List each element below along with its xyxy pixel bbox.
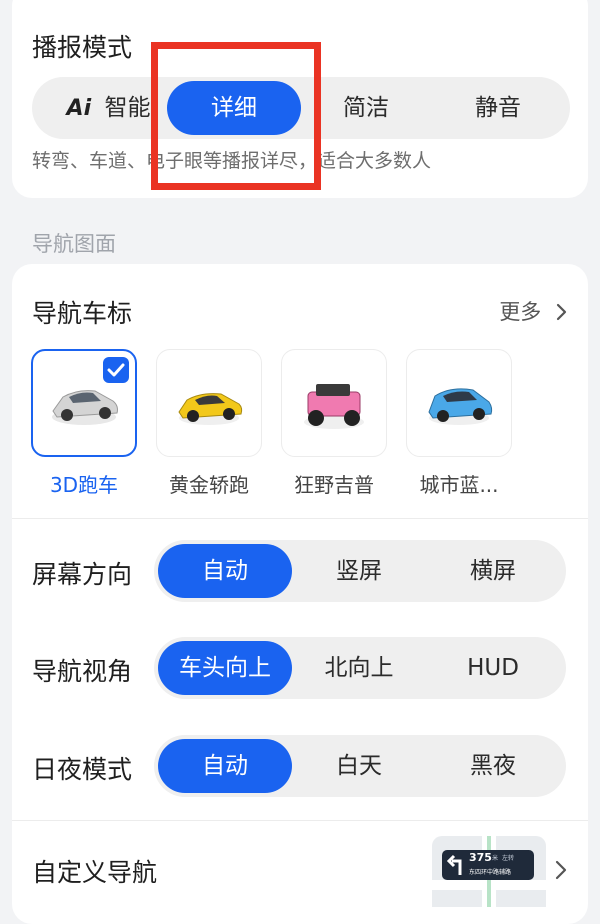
day-night-option-auto[interactable]: 自动 [158, 739, 292, 793]
preview-unit: 米 [492, 855, 499, 862]
car-icon-more-link[interactable]: 更多 [499, 296, 568, 326]
screen-orientation-segmented: 自动 竖屏 横屏 [154, 540, 566, 602]
orientation-option-portrait[interactable]: 竖屏 [292, 540, 426, 602]
car-tile-city-blue[interactable] [406, 349, 512, 457]
preview-road: 东四环中路辅路 [469, 869, 512, 876]
nav-view-option-hud-label: HUD [467, 655, 519, 681]
orientation-option-auto[interactable]: 自动 [158, 544, 292, 598]
broadcast-option-concise[interactable]: 简洁 [302, 77, 430, 139]
orientation-option-landscape-label: 横屏 [470, 558, 516, 584]
screen-orientation-title: 屏幕方向 [32, 560, 133, 589]
nav-instruction-panel: 375 米 左转 东四环中路辅路 [442, 850, 534, 880]
broadcast-title: 播报模式 [32, 33, 133, 62]
car-name-city-blue: 城市蓝... [419, 473, 499, 497]
day-night-option-day-label: 白天 [336, 753, 382, 779]
turn-left-arrow-icon [446, 854, 462, 875]
custom-nav-title: 自定义导航 [32, 858, 158, 887]
city-blue-car-icon [428, 388, 493, 425]
nav-view-option-north-up-label: 北向上 [324, 655, 394, 681]
nav-view-option-hud[interactable]: HUD [426, 637, 560, 699]
divider [12, 820, 588, 821]
broadcast-option-mute[interactable]: 静音 [434, 77, 562, 139]
car-tile-3d-sports[interactable] [31, 349, 137, 457]
orientation-option-portrait-label: 竖屏 [336, 558, 382, 584]
ai-logo-icon: Ai [66, 96, 92, 121]
preview-direction: 左转 [502, 855, 515, 862]
car-icon-title: 导航车标 [32, 299, 133, 328]
car-name-3d-sports: 3D跑车 [49, 473, 119, 497]
nav-view-option-heading-up[interactable]: 车头向上 [158, 641, 292, 695]
broadcast-option-mute-label: 静音 [475, 95, 521, 121]
car-name-golden-coupe: 黄金轿跑 [169, 473, 249, 497]
broadcast-option-smart-label: 智能 [104, 95, 151, 121]
divider [12, 518, 588, 519]
orientation-option-landscape[interactable]: 横屏 [426, 540, 560, 602]
golden-coupe-icon [178, 393, 243, 425]
more-label: 更多 [499, 300, 542, 324]
chevron-right-icon[interactable] [554, 860, 568, 880]
day-night-title: 日夜模式 [32, 755, 133, 784]
nav-view-segmented: 车头向上 北向上 HUD [154, 637, 566, 699]
car-tile-wild-jeep[interactable] [281, 349, 387, 457]
day-night-option-auto-label: 自动 [202, 753, 248, 779]
selected-check-icon [103, 357, 129, 383]
highlight-box [151, 42, 321, 190]
orientation-option-auto-label: 自动 [202, 558, 248, 584]
car-tile-golden-coupe[interactable] [156, 349, 262, 457]
broadcast-option-concise-label: 简洁 [343, 95, 389, 121]
day-night-option-day[interactable]: 白天 [292, 735, 426, 797]
nav-view-title: 导航视角 [32, 657, 133, 686]
nav-view-option-heading-up-label: 车头向上 [179, 655, 271, 681]
preview-distance: 375 [469, 851, 492, 864]
nav-view-option-north-up[interactable]: 北向上 [292, 637, 426, 699]
custom-nav-preview[interactable]: 375 米 左转 东四环中路辅路 [432, 836, 546, 907]
day-night-segmented: 自动 白天 黑夜 [154, 735, 566, 797]
car-name-wild-jeep: 狂野吉普 [294, 473, 374, 497]
chevron-right-icon [556, 303, 567, 321]
nav-screen-group-label: 导航图面 [32, 232, 116, 256]
day-night-option-night-label: 黑夜 [470, 753, 516, 779]
wild-jeep-icon [304, 384, 364, 429]
day-night-option-night[interactable]: 黑夜 [426, 735, 560, 797]
